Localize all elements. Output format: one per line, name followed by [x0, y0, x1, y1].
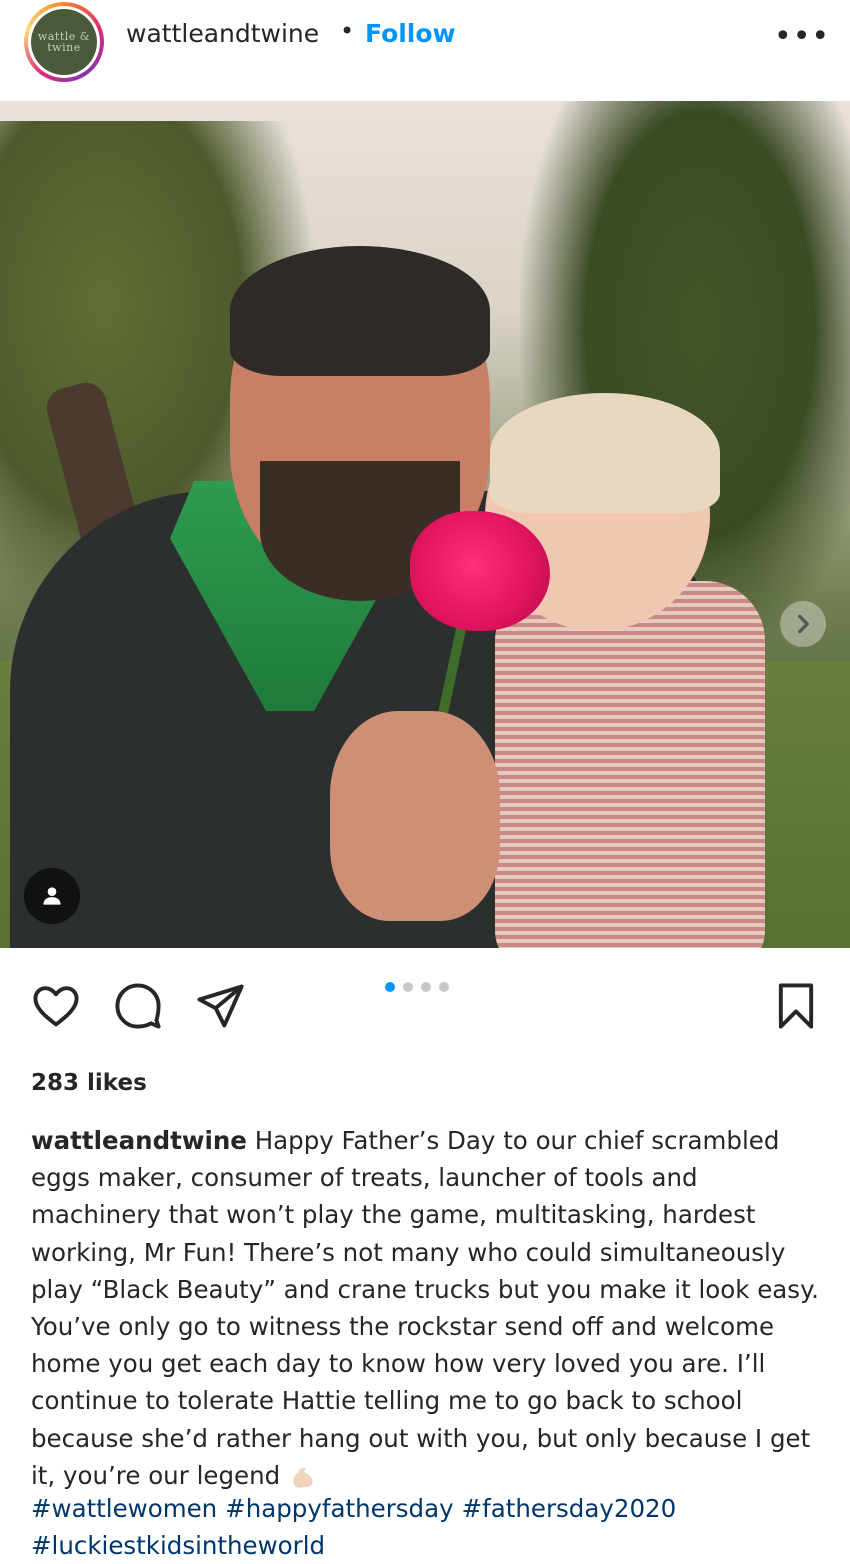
caption-username[interactable]: wattleandtwine	[31, 1126, 247, 1155]
photo-hand	[330, 711, 500, 921]
carousel-dot	[421, 982, 431, 992]
share-button[interactable]	[194, 980, 246, 1032]
comment-button[interactable]	[112, 980, 164, 1032]
save-button[interactable]	[770, 980, 822, 1032]
hashtag-link[interactable]: #wattlewomen	[31, 1494, 217, 1523]
follow-button[interactable]: Follow	[365, 19, 456, 48]
photo-girl-body	[495, 581, 765, 948]
username-link[interactable]: wattleandtwine	[126, 19, 319, 48]
action-bar	[0, 948, 850, 1058]
bookmark-icon	[778, 983, 814, 1029]
caption-text: Happy Father’s Day to our chief scramble…	[31, 1126, 819, 1490]
more-options-button[interactable]: •••	[774, 22, 830, 52]
carousel-dot	[403, 982, 413, 992]
hashtag-link[interactable]: #happyfathersday	[225, 1494, 453, 1523]
hashtags: #wattlewomen #happyfathersday #fathersday2…	[31, 1490, 821, 1564]
chevron-right-icon	[798, 614, 809, 634]
comment-icon	[115, 983, 161, 1029]
next-slide-button[interactable]	[780, 601, 826, 647]
flexed-biceps-icon	[288, 1463, 318, 1491]
user-tag-icon	[43, 887, 61, 905]
photo-rose	[410, 511, 550, 631]
caption: wattleandtwine Happy Father’s Day to our…	[31, 1122, 821, 1494]
separator-dot: •	[340, 17, 355, 45]
send-icon	[197, 984, 244, 1028]
like-count[interactable]: 283 likes	[31, 1070, 147, 1096]
photo-man-hair	[230, 246, 490, 376]
carousel-indicator	[385, 982, 449, 992]
heart-icon	[33, 986, 79, 1027]
tagged-users-button[interactable]	[24, 868, 80, 924]
hashtag-link[interactable]: #fathersday2020	[462, 1494, 677, 1523]
carousel-dot	[439, 982, 449, 992]
hashtag-link[interactable]: #luckiestkidsintheworld	[31, 1531, 325, 1560]
carousel-dot-active	[385, 982, 395, 992]
photo-girl-hair	[490, 393, 720, 513]
avatar-logo: wattle & twine	[31, 9, 97, 75]
post-header: wattle & twine wattleandtwine • Follow •…	[0, 0, 850, 100]
avatar-border: wattle & twine	[28, 6, 100, 78]
profile-avatar[interactable]: wattle & twine	[24, 2, 104, 82]
avatar-logo-text: wattle & twine	[37, 30, 91, 54]
post-photo[interactable]	[0, 101, 850, 948]
like-button[interactable]	[30, 980, 82, 1032]
